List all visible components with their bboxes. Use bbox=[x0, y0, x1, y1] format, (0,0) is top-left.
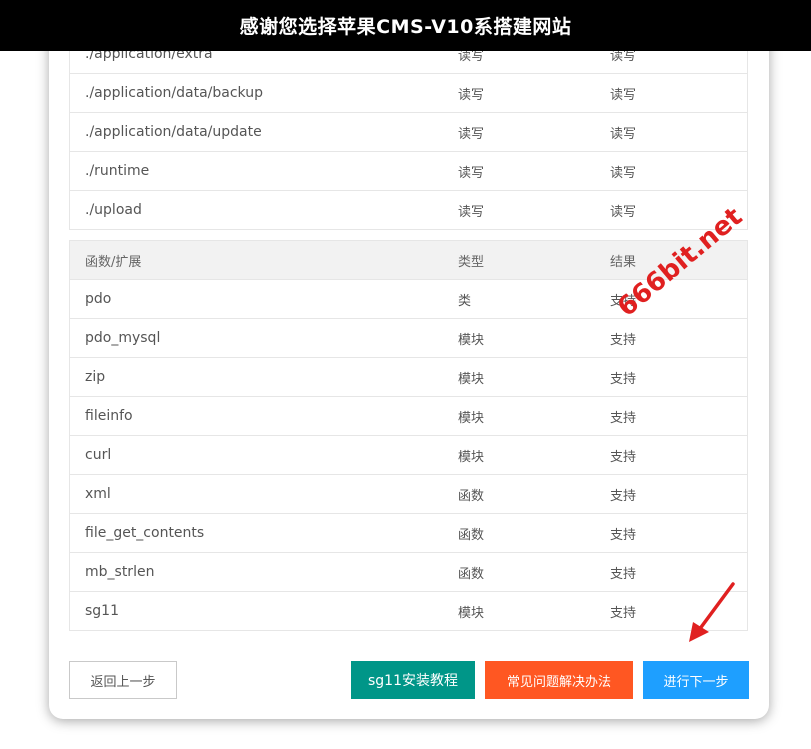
dir-path: ./upload bbox=[69, 190, 443, 230]
table-row: ./application/data/update 读写 读写 bbox=[69, 112, 748, 152]
func-name: xml bbox=[69, 474, 443, 514]
table-row: xml 函数 支持 bbox=[69, 474, 748, 514]
func-type: 函数 bbox=[443, 474, 595, 514]
func-name: pdo bbox=[69, 279, 443, 319]
func-result: 支持 bbox=[595, 435, 748, 475]
table-row: mb_strlen 函数 支持 bbox=[69, 552, 748, 592]
directory-permission-table: ./application/extra 读写 读写 ./application/… bbox=[69, 34, 748, 230]
func-name: mb_strlen bbox=[69, 552, 443, 592]
func-type: 模块 bbox=[443, 591, 595, 631]
dir-required: 读写 bbox=[443, 112, 595, 152]
func-name: curl bbox=[69, 435, 443, 475]
func-type: 函数 bbox=[443, 513, 595, 553]
dir-current: 读写 bbox=[595, 112, 748, 152]
table-row: zip 模块 支持 bbox=[69, 357, 748, 397]
func-name: sg11 bbox=[69, 591, 443, 631]
dir-path: ./application/data/backup bbox=[69, 73, 443, 113]
header-type: 类型 bbox=[443, 240, 595, 280]
red-arrow-icon bbox=[689, 582, 735, 642]
prev-step-button[interactable]: 返回上一步 bbox=[69, 661, 177, 699]
func-type: 模块 bbox=[443, 435, 595, 475]
dir-required: 读写 bbox=[443, 151, 595, 191]
dir-required: 读写 bbox=[443, 190, 595, 230]
table-row: file_get_contents 函数 支持 bbox=[69, 513, 748, 553]
install-card: ./application/extra 读写 读写 ./application/… bbox=[49, 20, 769, 719]
func-type: 模块 bbox=[443, 357, 595, 397]
func-name: file_get_contents bbox=[69, 513, 443, 553]
func-result: 支持 bbox=[595, 513, 748, 553]
table-row: ./application/data/backup 读写 读写 bbox=[69, 73, 748, 113]
func-result: 支持 bbox=[595, 474, 748, 514]
func-name: zip bbox=[69, 357, 443, 397]
dir-current: 读写 bbox=[595, 151, 748, 191]
table-row: curl 模块 支持 bbox=[69, 435, 748, 475]
faq-solutions-button[interactable]: 常见问题解决办法 bbox=[485, 661, 633, 699]
dir-path: ./application/data/update bbox=[69, 112, 443, 152]
dir-required: 读写 bbox=[443, 73, 595, 113]
func-result: 支持 bbox=[595, 396, 748, 436]
table-row: ./runtime 读写 读写 bbox=[69, 151, 748, 191]
sg11-tutorial-button[interactable]: sg11安装教程 bbox=[351, 661, 475, 699]
next-step-button[interactable]: 进行下一步 bbox=[643, 661, 749, 699]
dir-path: ./runtime bbox=[69, 151, 443, 191]
table-row: pdo_mysql 模块 支持 bbox=[69, 318, 748, 358]
func-type: 模块 bbox=[443, 396, 595, 436]
table-row: sg11 模块 支持 bbox=[69, 591, 748, 631]
func-type: 类 bbox=[443, 279, 595, 319]
func-result: 支持 bbox=[595, 357, 748, 397]
func-name: pdo_mysql bbox=[69, 318, 443, 358]
func-type: 函数 bbox=[443, 552, 595, 592]
func-name: fileinfo bbox=[69, 396, 443, 436]
page-title: 感谢您选择苹果CMS-V10系搭建网站 bbox=[0, 0, 811, 51]
dir-current: 读写 bbox=[595, 73, 748, 113]
table-row: ./upload 读写 读写 bbox=[69, 190, 748, 230]
table-row: fileinfo 模块 支持 bbox=[69, 396, 748, 436]
func-type: 模块 bbox=[443, 318, 595, 358]
header-name: 函数/扩展 bbox=[69, 240, 443, 280]
func-result: 支持 bbox=[595, 318, 748, 358]
